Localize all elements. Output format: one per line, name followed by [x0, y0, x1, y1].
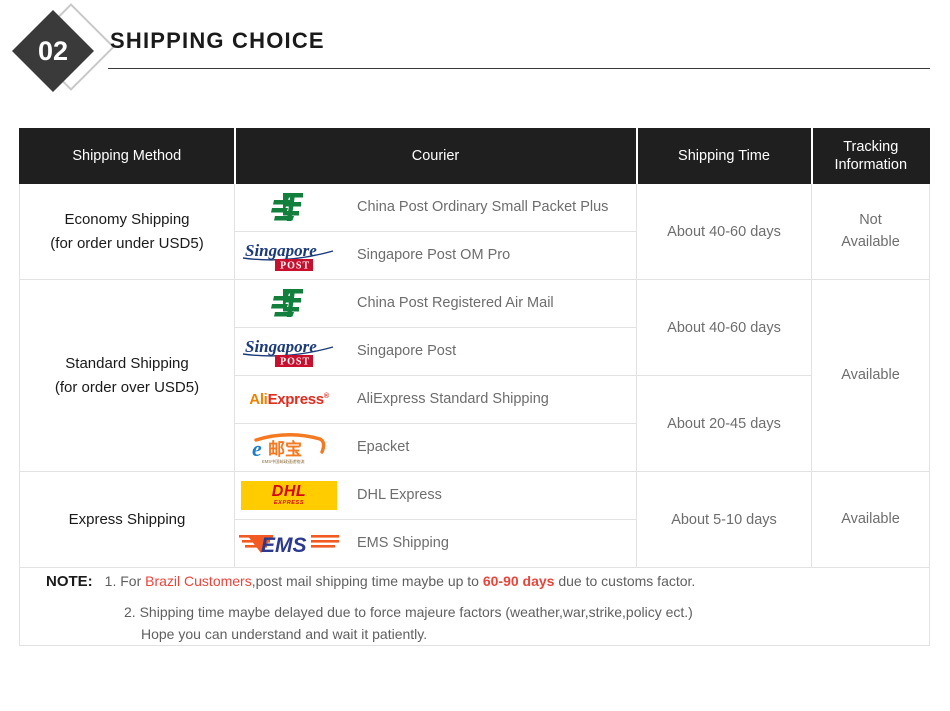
method-name-line2: (for order over USD5) — [54, 378, 200, 396]
ems-logo-glyph: EMS — [239, 534, 339, 557]
shipping-method-standard: Standard Shipping (for order over USD5) — [19, 279, 235, 472]
dhl-express-subtext: EXPRESS — [273, 500, 305, 507]
note-item-2-number: 2. — [124, 603, 136, 620]
table-header-row: Shipping Method Courier Shipping Time Tr… — [19, 128, 930, 184]
shipping-method-economy: Economy Shipping (for order under USD5) — [19, 183, 235, 280]
note-item-1-part-c: due to customs factor. — [554, 573, 696, 589]
china-post-logo-glyph — [271, 288, 303, 317]
tracking-header-line1: Tracking — [843, 138, 899, 155]
courier-name: EMS Shipping — [357, 534, 449, 551]
singapore-post-logo: Singapore POST — [235, 238, 343, 274]
table-row: Economy Shipping (for order under USD5) — [19, 183, 930, 280]
shipping-time-cell: About 5-10 days — [636, 471, 812, 568]
epacket-logo: e 邮宝 EMS中国邮政速递物流 — [235, 430, 343, 466]
courier-cell: Singapore POST Singapore Post — [234, 327, 637, 376]
note-item-2-line2: Hope you can understand and wait it pati… — [141, 625, 428, 642]
singapore-post-logo: Singapore POST — [235, 334, 343, 370]
shipping-time-cell: About 20-45 days — [636, 375, 812, 472]
shipping-time-cell: About 40-60 days — [636, 279, 812, 376]
tracking-status: Not Available — [811, 183, 930, 280]
courier-name: AliExpress Standard Shipping — [357, 390, 549, 407]
dhl-logo-box: DHL EXPRESS — [241, 481, 337, 510]
note-item-1-part-a: For — [120, 573, 146, 589]
note-days-highlight: 60-90 days — [482, 573, 555, 589]
courier-name: Epacket — [357, 438, 410, 455]
courier-cell: DHL EXPRESS DHL Express — [234, 471, 637, 520]
dhl-logo: DHL EXPRESS — [235, 478, 343, 514]
svg-text:EMS中国邮政速递物流: EMS中国邮政速递物流 — [262, 458, 305, 465]
svg-text:EMS: EMS — [261, 534, 307, 557]
svg-text:e: e — [252, 436, 262, 461]
tracking-line1: Not — [859, 211, 882, 228]
aliexpress-logo-text: AliExpress® — [249, 391, 329, 408]
courier-name: DHL Express — [357, 486, 442, 503]
shipping-table: Shipping Method Courier Shipping Time Tr… — [19, 128, 930, 647]
section-header: 02 SHIPPING CHOICE — [0, 0, 950, 110]
shipping-method-express: Express Shipping — [19, 471, 235, 568]
aliexpress-express: Express — [267, 391, 325, 408]
column-header-shipping-method: Shipping Method — [19, 128, 236, 184]
tracking-line2: Available — [841, 233, 900, 250]
badge-number: 02 — [37, 35, 69, 66]
method-name-line1: Economy Shipping — [64, 210, 190, 228]
courier-cell: AliExpress® AliExpress Standard Shipping — [234, 375, 637, 424]
courier-cell: Singapore POST Singapore Post OM Pro — [234, 231, 637, 280]
note-row: NOTE: 1. For Brazil Customers,post mail … — [19, 566, 930, 647]
column-header-tracking-information: Tracking Information — [811, 128, 930, 184]
courier-cell: China Post Ordinary Small Packet Plus — [234, 183, 637, 232]
tracking-status: Available — [811, 471, 930, 568]
courier-name: China Post Ordinary Small Packet Plus — [357, 198, 609, 215]
singapore-post-logo-glyph: Singapore POST — [242, 241, 334, 271]
epacket-logo-glyph: e 邮宝 EMS中国邮政速递物流 — [252, 432, 326, 465]
table-row: Standard Shipping (for order over USD5) — [19, 279, 930, 472]
section-badge: 02 — [11, 3, 118, 98]
note-item-2: 2. Shipping time maybe delayed due to fo… — [20, 601, 929, 646]
column-header-courier: Courier — [234, 128, 638, 184]
method-name-line1: Express Shipping — [68, 510, 186, 528]
note-item-2-line1: Shipping time maybe delayed due to force… — [139, 603, 693, 620]
aliexpress-trademark: ® — [323, 393, 329, 400]
aliexpress-logo: AliExpress® — [235, 382, 343, 418]
courier-name: Singapore Post — [357, 342, 457, 359]
method-name-line2: (for order under USD5) — [50, 234, 204, 252]
note-section: NOTE: 1. For Brazil Customers,post mail … — [19, 566, 930, 647]
courier-cell: China Post Registered Air Mail — [234, 279, 637, 328]
svg-text:POST: POST — [280, 356, 310, 367]
svg-text:POST: POST — [280, 260, 310, 271]
courier-name: China Post Registered Air Mail — [357, 294, 554, 311]
note-item-1: NOTE: 1. For Brazil Customers,post mail … — [20, 568, 929, 595]
aliexpress-ali: Ali — [249, 391, 268, 408]
note-label: NOTE: — [46, 573, 93, 590]
page-title: SHIPPING CHOICE — [110, 28, 325, 53]
china-post-logo — [235, 286, 343, 322]
method-name-line1: Standard Shipping — [65, 354, 189, 372]
china-post-logo-glyph — [271, 192, 303, 221]
tracking-header-line2: Information — [834, 157, 908, 173]
ems-logo: EMS — [235, 526, 343, 562]
column-header-shipping-time: Shipping Time — [636, 128, 813, 184]
svg-text:邮宝: 邮宝 — [268, 439, 302, 459]
singapore-post-logo-glyph: Singapore POST — [242, 337, 334, 367]
shipping-time-cell: About 40-60 days — [636, 183, 812, 280]
note-item-1-number: 1. — [104, 573, 117, 589]
note-item-1-text: 1. For Brazil Customers,post mail shippi… — [105, 568, 696, 595]
note-brazil-customers-highlight: Brazil Customers — [145, 573, 252, 589]
table-row: Express Shipping DHL EXPRESS DHL Express… — [19, 471, 930, 568]
courier-cell: e 邮宝 EMS中国邮政速递物流 Epacket — [234, 423, 637, 472]
dhl-wordmark: DHL — [271, 483, 307, 501]
note-item-1-part-b: ,post mail shipping time maybe up to — [251, 573, 483, 589]
china-post-logo — [235, 190, 343, 226]
courier-cell: EMS EMS Shipping — [234, 519, 637, 568]
courier-name: Singapore Post OM Pro — [357, 246, 511, 263]
header-divider — [108, 68, 930, 69]
tracking-status: Available — [811, 279, 930, 472]
